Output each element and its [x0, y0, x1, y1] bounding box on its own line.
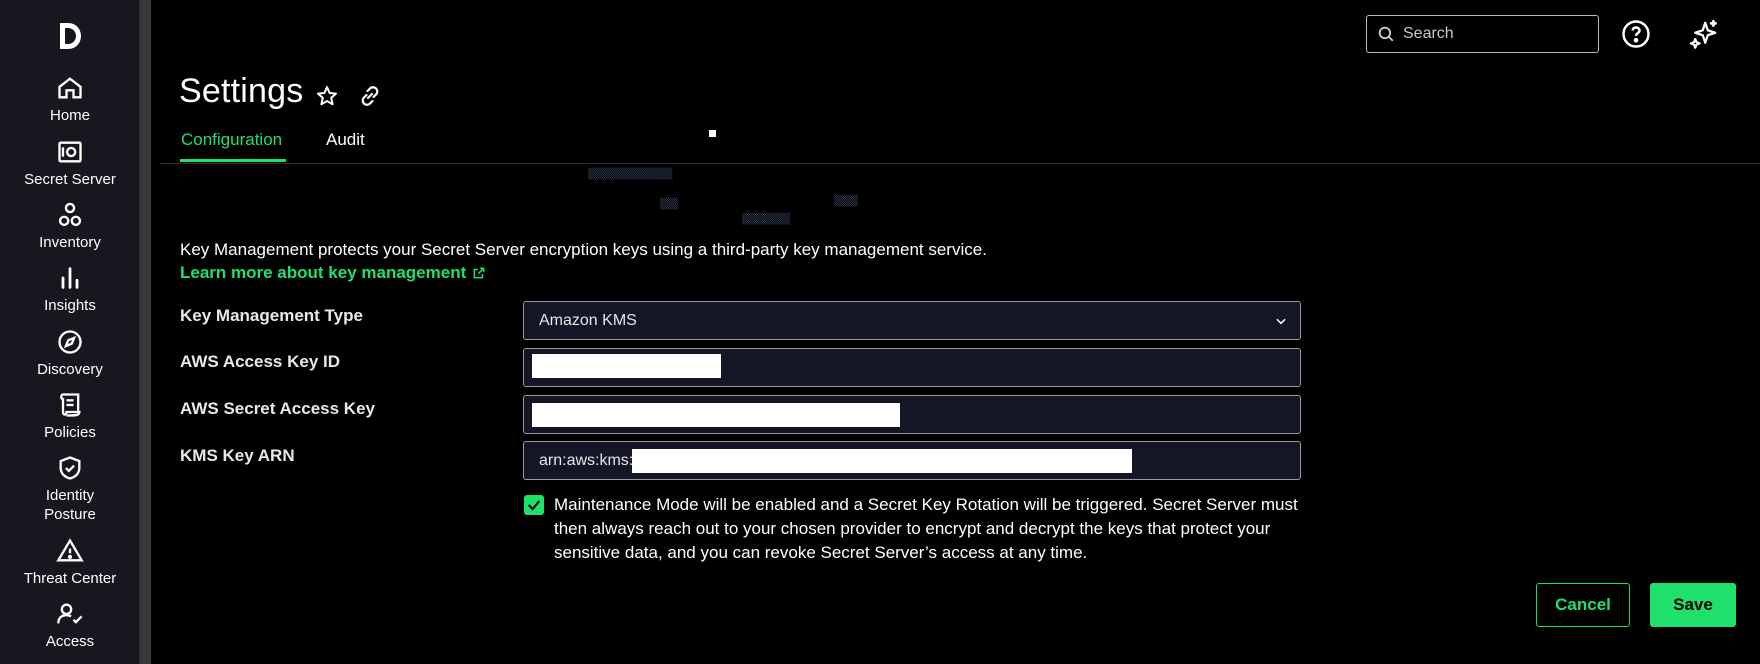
inventory-icon — [0, 201, 140, 229]
redacted-value — [532, 354, 721, 378]
search-input[interactable]: Search — [1366, 15, 1599, 53]
left-nav: Home Secret Server Inventory Insights Di… — [0, 0, 140, 664]
kms-key-arn-field[interactable]: arn:aws:kms: — [523, 441, 1301, 480]
tab-audit[interactable]: Audit — [326, 128, 365, 152]
active-tab-indicator — [180, 159, 286, 162]
nav-item-policies[interactable]: Policies — [0, 391, 140, 442]
shield-check-icon — [0, 454, 140, 482]
maintenance-mode-text: Maintenance Mode will be enabled and a S… — [554, 495, 1298, 562]
nav-scrollbar[interactable] — [140, 0, 151, 664]
redacted-value — [632, 449, 1132, 473]
nav-item-home[interactable]: Home — [0, 74, 140, 125]
maintenance-mode-checkbox[interactable] — [524, 495, 544, 515]
nav-item-identity-posture[interactable]: Identity Posture — [0, 454, 140, 524]
help-icon[interactable] — [1620, 18, 1652, 50]
nav-item-inventory[interactable]: Inventory — [0, 201, 140, 252]
kms-key-arn-label: KMS Key ARN — [180, 446, 295, 465]
nav-label: Secret Server — [24, 171, 116, 188]
nav-label: Inventory — [39, 234, 101, 251]
star-icon[interactable] — [314, 83, 340, 109]
bar-chart-icon — [0, 264, 140, 292]
cancel-button[interactable]: Cancel — [1536, 583, 1630, 627]
nav-item-discovery[interactable]: Discovery — [0, 328, 140, 379]
chevron-down-icon — [1274, 314, 1288, 333]
key-management-description: Key Management protects your Secret Serv… — [180, 240, 987, 259]
learn-more-link[interactable]: Learn more about key management — [180, 263, 486, 283]
nav-item-access[interactable]: Access — [0, 600, 140, 651]
save-button[interactable]: Save — [1650, 583, 1736, 627]
field-value: arn:aws:kms: — [539, 451, 634, 469]
safe-icon — [0, 138, 140, 166]
aws-access-key-id-field[interactable] — [523, 348, 1301, 387]
redacted-value — [532, 403, 900, 427]
delinea-logo[interactable] — [0, 18, 140, 54]
nav-item-threat-center[interactable]: Threat Center — [0, 537, 140, 588]
aws-secret-access-key-field[interactable] — [523, 395, 1301, 434]
select-value: Amazon KMS — [539, 311, 637, 329]
aws-access-key-id-label: AWS Access Key ID — [180, 352, 340, 371]
checkmark-icon — [527, 500, 541, 511]
render-artifact: ▒▒▒▒ — [834, 196, 859, 207]
nav-label: Threat Center — [23, 570, 117, 587]
external-link-icon — [472, 266, 486, 280]
sparkle-icon[interactable] — [1688, 18, 1720, 50]
tab-configuration[interactable]: Configuration — [181, 128, 282, 152]
user-check-icon — [0, 600, 140, 628]
aws-secret-access-key-label: AWS Secret Access Key — [180, 399, 375, 418]
nav-label: Home — [49, 107, 90, 124]
key-management-type-label: Key Management Type — [180, 306, 363, 325]
key-management-type-select[interactable]: Amazon KMS — [523, 301, 1301, 340]
home-icon — [0, 74, 140, 102]
search-icon — [1377, 25, 1395, 43]
render-artifact: ▒▒▒ — [660, 199, 679, 210]
compass-icon — [0, 328, 140, 356]
nav-item-insights[interactable]: Insights — [0, 264, 140, 315]
nav-label: Insights — [44, 297, 96, 314]
page-title: Settings — [179, 72, 304, 110]
warning-icon — [0, 537, 140, 565]
scroll-icon — [0, 391, 140, 419]
tab-bar: Configuration Audit — [160, 128, 1760, 164]
learn-more-label: Learn more about key management — [180, 263, 467, 282]
nav-label: Discovery — [37, 361, 103, 378]
nav-item-secret-server[interactable]: Secret Server — [0, 138, 140, 189]
render-artifact: ▒▒▒▒▒▒▒▒▒▒▒▒▒▒ — [588, 169, 673, 180]
nav-label: Policies — [44, 424, 96, 441]
nav-label: Identity Posture — [44, 487, 96, 523]
nav-label: Access — [45, 633, 95, 650]
render-artifact — [709, 130, 716, 137]
render-artifact: ▒▒▒▒▒▒▒▒ — [742, 214, 791, 225]
search-placeholder: Search — [1403, 25, 1454, 42]
link-icon[interactable] — [357, 83, 383, 109]
